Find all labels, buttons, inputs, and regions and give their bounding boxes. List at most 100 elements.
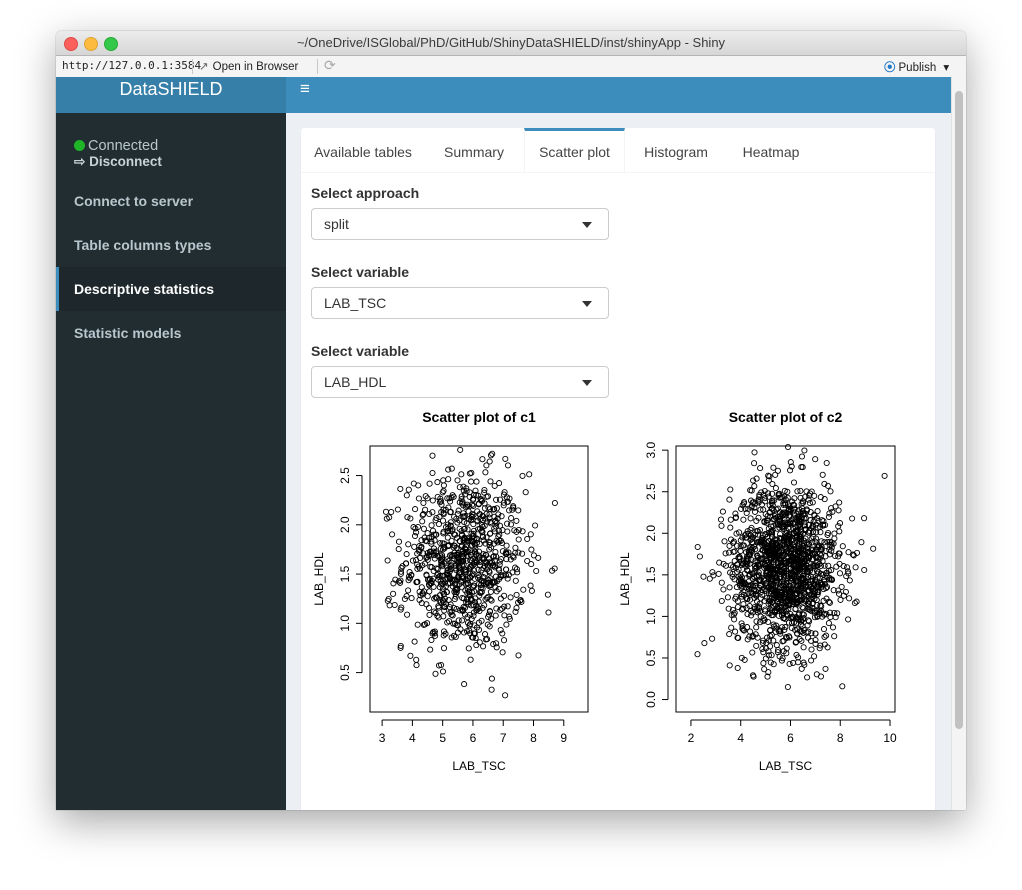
data-point [751, 460, 758, 467]
data-point [382, 508, 390, 515]
data-point [502, 692, 509, 699]
data-point [476, 639, 483, 646]
approach-select[interactable]: split [311, 208, 609, 240]
data-point [808, 646, 815, 653]
tab-scatter-plot[interactable]: Scatter plot [524, 128, 625, 172]
data-point [504, 462, 512, 469]
disconnect-label: Disconnect [89, 154, 162, 169]
data-point [429, 452, 436, 459]
y-tick-label: 1.5 [644, 566, 658, 583]
data-point [501, 592, 508, 599]
data-point [757, 465, 764, 472]
data-point [407, 652, 414, 659]
data-point [386, 602, 393, 609]
y-tick-label: 0.5 [644, 649, 658, 666]
brand-logo[interactable]: DataSHIELD [56, 77, 286, 113]
variable1-select[interactable]: LAB_TSC [311, 287, 609, 319]
data-point [513, 591, 520, 598]
open-in-browser-button[interactable]: ↗ Open in Browser [199, 59, 298, 73]
window-title: ~/OneDrive/ISGlobal/PhD/GitHub/ShinyData… [296, 35, 726, 50]
minimize-window-button[interactable] [84, 37, 98, 51]
data-point [825, 513, 832, 521]
data-point [801, 447, 808, 454]
data-point [513, 517, 520, 524]
data-point [753, 642, 760, 649]
data-point [846, 577, 853, 584]
variable2-label: Select variable [311, 343, 410, 359]
data-point [482, 469, 489, 476]
data-point [768, 631, 775, 639]
data-point [411, 532, 419, 540]
sidebar-item-descriptive-statistics[interactable]: Descriptive statistics [56, 267, 286, 311]
data-point [827, 488, 834, 495]
data-point [701, 640, 708, 647]
data-point [727, 516, 734, 523]
tab-heatmap[interactable]: Heatmap [726, 128, 816, 172]
data-point [473, 478, 480, 485]
data-point [728, 624, 735, 631]
variable1-label: Select variable [311, 264, 410, 280]
data-point [402, 560, 410, 567]
data-point [726, 584, 733, 591]
y-tick-label: 0.0 [644, 691, 658, 708]
y-tick-label: 2.5 [338, 467, 352, 484]
maximize-window-button[interactable] [104, 37, 118, 51]
data-point [522, 489, 529, 496]
plot-title: Scatter plot of c2 [729, 409, 843, 425]
publish-icon: ⦿ [884, 62, 896, 74]
data-point [528, 561, 535, 568]
data-point [411, 638, 418, 645]
scrollbar-thumb[interactable] [955, 91, 963, 729]
data-point [487, 588, 494, 595]
y-axis-label: LAB_HDL [618, 552, 632, 606]
x-axis-label: LAB_TSC [759, 759, 813, 773]
data-point [836, 570, 844, 577]
sidebar-item-column-types[interactable]: Table columns types [56, 223, 286, 267]
sidebar-item-statistic-models[interactable]: Statistic models [56, 311, 286, 355]
data-point [455, 507, 462, 514]
data-point [488, 686, 495, 693]
data-point [726, 542, 733, 549]
sidebar-item-connect[interactable]: Connect to server [56, 179, 286, 223]
data-point [507, 594, 514, 601]
viewer-toolbar: http://127.0.0.1:3584 ↗ Open in Browser ⟳… [56, 56, 966, 78]
y-tick-label: 3.0 [644, 441, 658, 458]
data-point [726, 496, 733, 503]
tab-summary[interactable]: Summary [425, 128, 523, 172]
sidebar-toggle-icon[interactable]: ≡ [300, 79, 310, 99]
data-point [747, 515, 754, 522]
vertical-scrollbar[interactable] [951, 77, 966, 810]
data-point [832, 503, 839, 510]
data-point [479, 456, 486, 463]
data-point [721, 538, 728, 545]
data-point [751, 449, 758, 456]
data-point [489, 450, 496, 457]
data-point [718, 579, 725, 586]
disconnect-link[interactable]: ⇨ Disconnect [74, 154, 162, 170]
data-point [461, 681, 468, 688]
data-point [415, 495, 422, 502]
tab-available-tables[interactable]: Available tables [301, 128, 425, 172]
data-point [720, 586, 727, 593]
data-point [551, 499, 558, 507]
data-point [749, 649, 756, 656]
y-tick-label: 2.0 [644, 525, 658, 542]
data-point [390, 590, 397, 597]
close-window-button[interactable] [64, 37, 78, 51]
x-tick-label: 4 [737, 731, 744, 745]
chevron-down-icon [582, 222, 592, 228]
data-point [823, 459, 830, 467]
data-point [812, 456, 819, 463]
tab-histogram[interactable]: Histogram [626, 128, 726, 172]
data-point [532, 522, 539, 529]
x-tick-label: 4 [409, 731, 416, 745]
data-point [491, 482, 498, 489]
data-point [881, 472, 888, 479]
publish-button[interactable]: ⦿ Publish ▾ [884, 59, 949, 75]
publish-dropdown-icon[interactable]: ▾ [943, 62, 949, 74]
data-point [821, 633, 828, 641]
data-point [405, 587, 412, 594]
x-tick-label: 8 [530, 731, 537, 745]
y-tick-label: 1.0 [644, 608, 658, 625]
refresh-icon[interactable]: ⟳ [324, 57, 336, 74]
